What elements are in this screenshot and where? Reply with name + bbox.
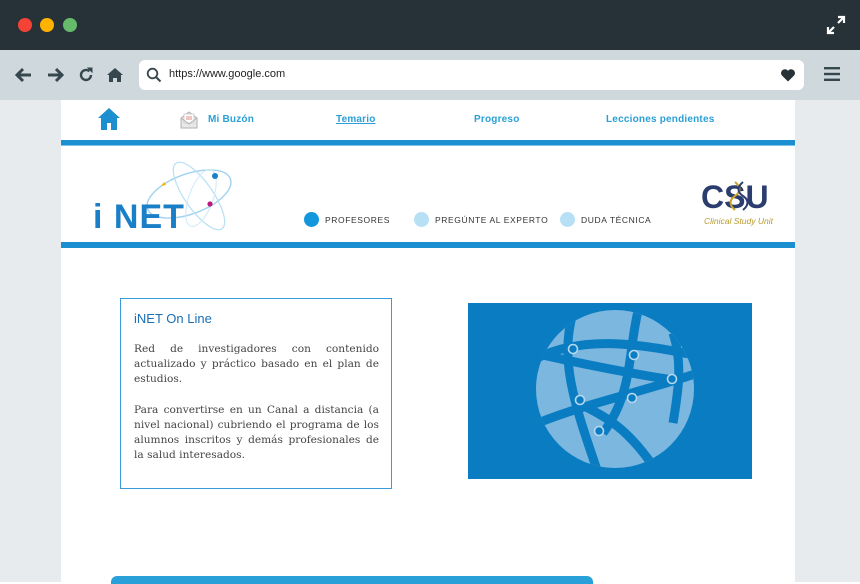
csu-logo[interactable]: CSU Clinical Study Unit [701, 178, 781, 228]
close-window-button[interactable] [18, 18, 32, 32]
option-pregunte-al-experto[interactable]: PREGÚNTE AL EXPERTO [414, 212, 548, 227]
search-icon [146, 67, 162, 83]
browser-home-button[interactable] [105, 65, 125, 85]
nav-lecciones-pendientes[interactable]: Lecciones pendientes [606, 114, 714, 125]
forward-button[interactable] [46, 65, 66, 85]
option-profesores[interactable]: PROFESORES [304, 212, 390, 227]
site-header: i NET PROFESORES PREGÚNTE AL EXPERTO DUD… [61, 146, 795, 242]
logo-text: i NET [93, 198, 185, 236]
reload-icon [79, 67, 93, 82]
site-navigation: Mi Buzón Temario Progreso Lecciones pend… [61, 100, 795, 140]
expand-icon[interactable] [826, 15, 846, 35]
footer-accent-bar [111, 576, 593, 584]
hamburger-menu-icon[interactable] [824, 67, 840, 81]
browser-toolbar: https://www.google.com [0, 50, 860, 100]
network-globe-icon [536, 310, 694, 468]
csu-caption: Clinical Study Unit [704, 216, 774, 226]
option-label: DUDA TÉCNICA [581, 214, 652, 225]
nav-progreso[interactable]: Progreso [474, 114, 520, 125]
card-paragraph-1: Red de investigadores con contenido actu… [134, 343, 379, 386]
inet-logo[interactable]: i NET [89, 154, 239, 240]
heart-icon[interactable] [780, 67, 796, 83]
home-icon [107, 68, 123, 82]
option-label: PROFESORES [325, 214, 391, 225]
profesores-bullet-icon [304, 212, 319, 227]
card-title: iNET On Line [134, 311, 212, 326]
mailbox-icon[interactable] [179, 110, 199, 130]
info-card: iNET On Line Red de investigadores con c… [120, 298, 392, 489]
globe-illustration [468, 303, 752, 479]
reload-button[interactable] [76, 65, 96, 85]
maximize-window-button[interactable] [63, 18, 77, 32]
minimize-window-button[interactable] [40, 18, 54, 32]
pregunte-bullet-icon [414, 212, 429, 227]
back-button[interactable] [13, 65, 33, 85]
option-label: PREGÚNTE AL EXPERTO [435, 214, 549, 225]
nav-mi-buzon[interactable]: Mi Buzón [208, 114, 254, 125]
site-home-icon[interactable] [97, 106, 121, 132]
url-text: https://www.google.com [169, 68, 286, 80]
option-duda-tecnica[interactable]: DUDA TÉCNICA [560, 212, 651, 227]
header-divider-bar [61, 242, 795, 248]
duda-bullet-icon [560, 212, 575, 227]
nav-temario[interactable]: Temario [336, 114, 376, 125]
address-bar[interactable]: https://www.google.com [139, 60, 804, 90]
csu-emblem: CSU Clinical Study Unit [701, 179, 774, 226]
browser-titlebar [0, 0, 860, 50]
back-arrow-icon [14, 67, 31, 83]
card-paragraph-2: Para convertirse en un Canal a distancia… [134, 403, 379, 462]
forward-arrow-icon [48, 67, 65, 83]
web-page: Mi Buzón Temario Progreso Lecciones pend… [61, 100, 795, 584]
